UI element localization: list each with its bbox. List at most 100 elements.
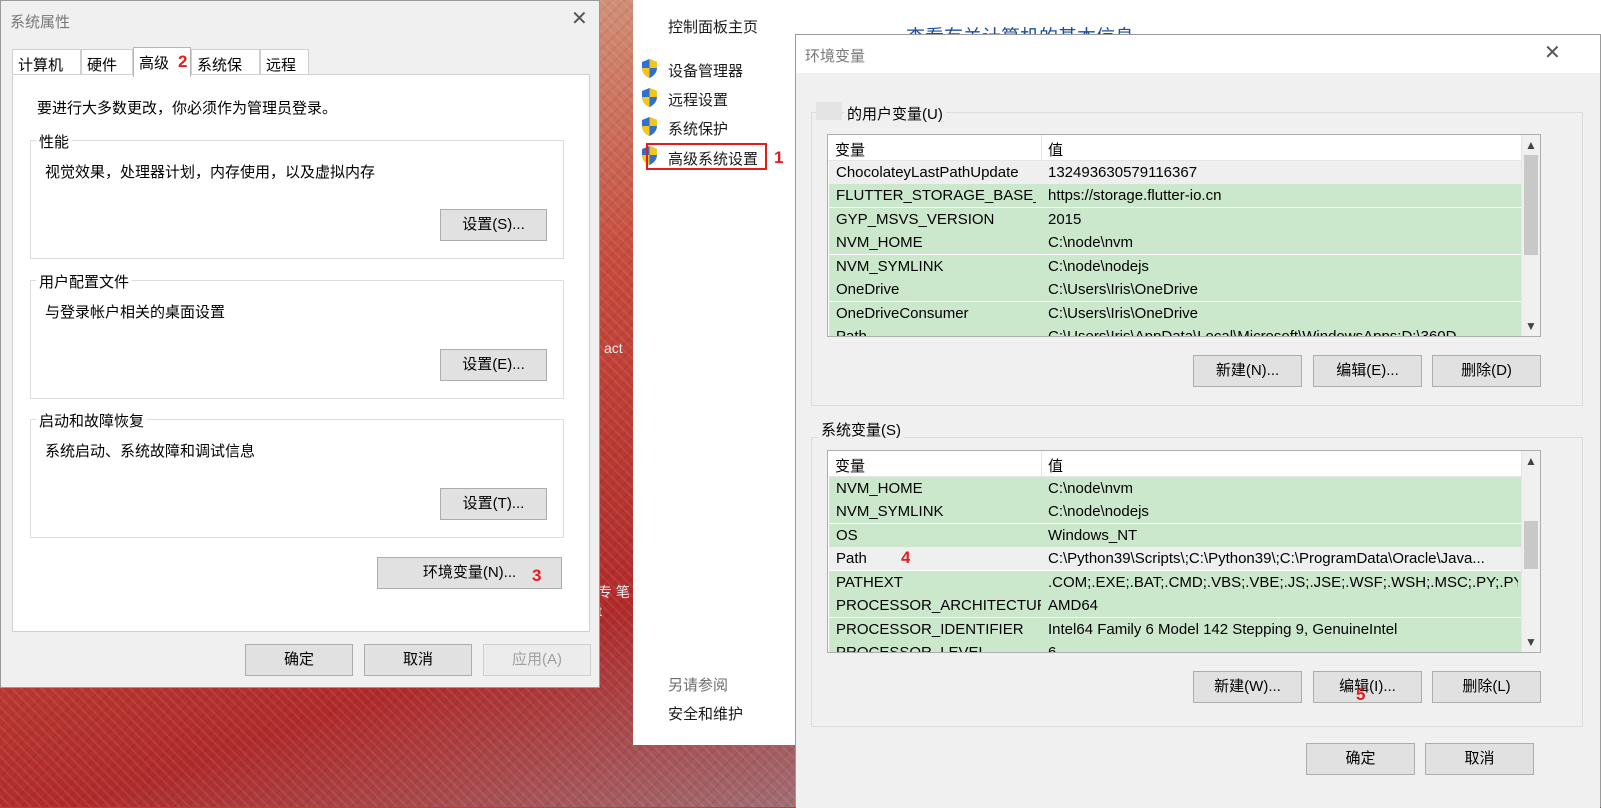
button-label: 删除(L) [1462,678,1511,695]
button-label: 删除(D) [1461,362,1512,379]
system-variables-list[interactable]: 变量 值 NVM_HOME C:\node\nvm NVM_SYMLINK C:… [827,450,1541,653]
button-label: 确定 [283,651,314,668]
control-panel-home-link[interactable]: 控制面板主页 [668,16,758,37]
variable-value: C:\node\nodejs [1048,258,1149,275]
user-new-button[interactable]: 新建(N)... [1193,355,1302,387]
vertical-scrollbar[interactable]: ▲ ▼ [1521,451,1540,652]
tab-system-protection[interactable]: 系统保护 [191,49,260,95]
table-row[interactable]: PROCESSOR_ARCHITECTURE AMD64 [829,594,1523,617]
device-manager-link[interactable]: 设备管理器 [668,60,743,81]
variable-value: Windows_NT [1048,527,1138,544]
variable-name: PROCESSOR_IDENTIFIER [836,621,1024,638]
scrollbar-thumb[interactable] [1524,155,1538,255]
apply-button[interactable]: 应用(A) [483,644,591,676]
scroll-up-icon[interactable]: ▲ [1525,454,1537,468]
startup-recovery-label: 启动和故障恢复 [36,410,148,431]
scroll-down-icon[interactable]: ▼ [1525,319,1537,333]
table-row[interactable]: Path C:\Users\Iris\AppData\Local\Microso… [829,325,1523,337]
system-edit-button[interactable]: 编辑(I)... [1313,671,1422,703]
column-header-variable[interactable]: 变量 [835,139,865,160]
ok-button[interactable]: 确定 [245,644,353,676]
table-row[interactable]: GYP_MSVS_VERSION 2015 [829,208,1523,231]
security-maintenance-link[interactable]: 安全和维护 [668,703,743,724]
table-row[interactable]: PROCESSOR_LEVEL 6 [829,641,1523,653]
column-header-variable[interactable]: 变量 [835,455,865,476]
table-row[interactable]: NVM_SYMLINK C:\node\nodejs [829,255,1523,278]
user-profile-label: 用户配置文件 [36,271,133,292]
env-cancel-button[interactable]: 取消 [1425,743,1534,775]
table-row[interactable]: FLUTTER_STORAGE_BASE_... https://storage… [829,184,1523,207]
vertical-scrollbar[interactable]: ▲ ▼ [1521,135,1540,336]
performance-settings-button[interactable]: 设置(S)... [440,209,547,241]
variable-name: NVM_HOME [836,480,923,497]
variable-value: AMD64 [1048,597,1099,614]
close-icon[interactable]: ✕ [1544,43,1561,63]
env-ok-button[interactable]: 确定 [1306,743,1415,775]
variable-value: 2015 [1048,211,1082,228]
user-delete-button[interactable]: 删除(D) [1432,355,1541,387]
shield-icon [642,88,657,107]
tab-remote[interactable]: 远程 [260,49,309,75]
variable-value: C:\Users\Iris\AppData\Local\Microsoft\Wi… [1048,328,1469,337]
table-row-path[interactable]: Path 4 C:\Python39\Scripts\;C:\Python39\… [829,547,1523,570]
button-label: 设置(T)... [462,495,525,512]
window-title: 系统属性 [10,14,71,31]
admin-note: 要进行大多数更改，你必须作为管理员登录。 [37,100,338,117]
variable-name: OS [836,527,858,544]
button-label: 设置(E)... [462,356,525,373]
wallpaper-text: 专 笔 [598,584,630,600]
table-row[interactable]: ChocolateyLastPathUpdate 132493630579116… [829,161,1523,184]
user-edit-button[interactable]: 编辑(E)... [1313,355,1422,387]
table-row[interactable]: NVM_HOME C:\node\nvm [829,477,1523,500]
variable-value: C:\node\nvm [1048,234,1134,251]
system-protection-link[interactable]: 系统保护 [668,118,728,139]
variable-value: C:\Python39\Scripts\;C:\Python39\;C:\Pro… [1048,550,1485,567]
user-profile-settings-button[interactable]: 设置(E)... [440,349,547,381]
column-header-value[interactable]: 值 [1048,455,1063,476]
variable-name: OneDrive [836,281,900,298]
redacted-username [816,102,842,120]
user-variables-list[interactable]: 变量 值 ChocolateyLastPathUpdate 1324936305… [827,134,1541,337]
variable-value: Intel64 Family 6 Model 142 Stepping 9, G… [1048,621,1398,638]
table-row[interactable]: PROCESSOR_IDENTIFIER Intel64 Family 6 Mo… [829,618,1523,641]
scroll-up-icon[interactable]: ▲ [1525,138,1537,152]
system-new-button[interactable]: 新建(W)... [1193,671,1302,703]
annotation-2: 2 [178,52,188,71]
close-icon[interactable]: ✕ [571,9,588,29]
advanced-system-settings-link[interactable]: 高级系统设置 [668,148,758,169]
variable-value: 6 [1048,644,1057,653]
variable-name: ChocolateyLastPathUpdate [836,164,1019,181]
remote-settings-link[interactable]: 远程设置 [668,89,728,110]
variable-name: NVM_HOME [836,234,923,251]
tab-computer-name[interactable]: 计算机名 [12,49,81,95]
variable-name: Path [836,328,867,337]
scroll-down-icon[interactable]: ▼ [1525,635,1537,649]
window-title: 环境变量 [805,48,866,65]
annotation-5: 5 [1356,685,1366,704]
performance-group [30,140,564,259]
variable-name: GYP_MSVS_VERSION [836,211,995,228]
shield-icon [642,117,657,136]
table-row[interactable]: OneDriveConsumer C:\Users\Iris\OneDrive [829,302,1523,325]
button-label: 新建(W)... [1214,678,1281,695]
variable-value: .COM;.EXE;.BAT;.CMD;.VBS;.VBE;.JS;.JSE;.… [1048,574,1518,591]
column-header-value[interactable]: 值 [1048,139,1063,160]
table-row[interactable]: OS Windows_NT [829,524,1523,547]
variable-name: Path [836,550,867,567]
startup-recovery-desc: 系统启动、系统故障和调试信息 [45,443,256,460]
button-label: 编辑(I)... [1339,678,1396,695]
table-row[interactable]: NVM_HOME C:\node\nvm [829,231,1523,254]
variable-name: FLUTTER_STORAGE_BASE_... [836,187,1036,204]
tab-hardware[interactable]: 硬件 [81,49,133,75]
startup-recovery-settings-button[interactable]: 设置(T)... [440,488,547,520]
table-row[interactable]: PATHEXT .COM;.EXE;.BAT;.CMD;.VBS;.VBE;.J… [829,571,1523,594]
button-label: 确定 [1345,750,1376,767]
table-row[interactable]: NVM_SYMLINK C:\node\nodejs [829,500,1523,523]
scrollbar-thumb[interactable] [1524,521,1538,569]
system-delete-button[interactable]: 删除(L) [1432,671,1541,703]
table-row[interactable]: OneDrive C:\Users\Iris\OneDrive [829,278,1523,301]
cancel-button[interactable]: 取消 [364,644,472,676]
variable-name: NVM_SYMLINK [836,258,944,275]
button-label: 应用(A) [512,651,562,668]
wallpaper-text: act [604,340,623,356]
